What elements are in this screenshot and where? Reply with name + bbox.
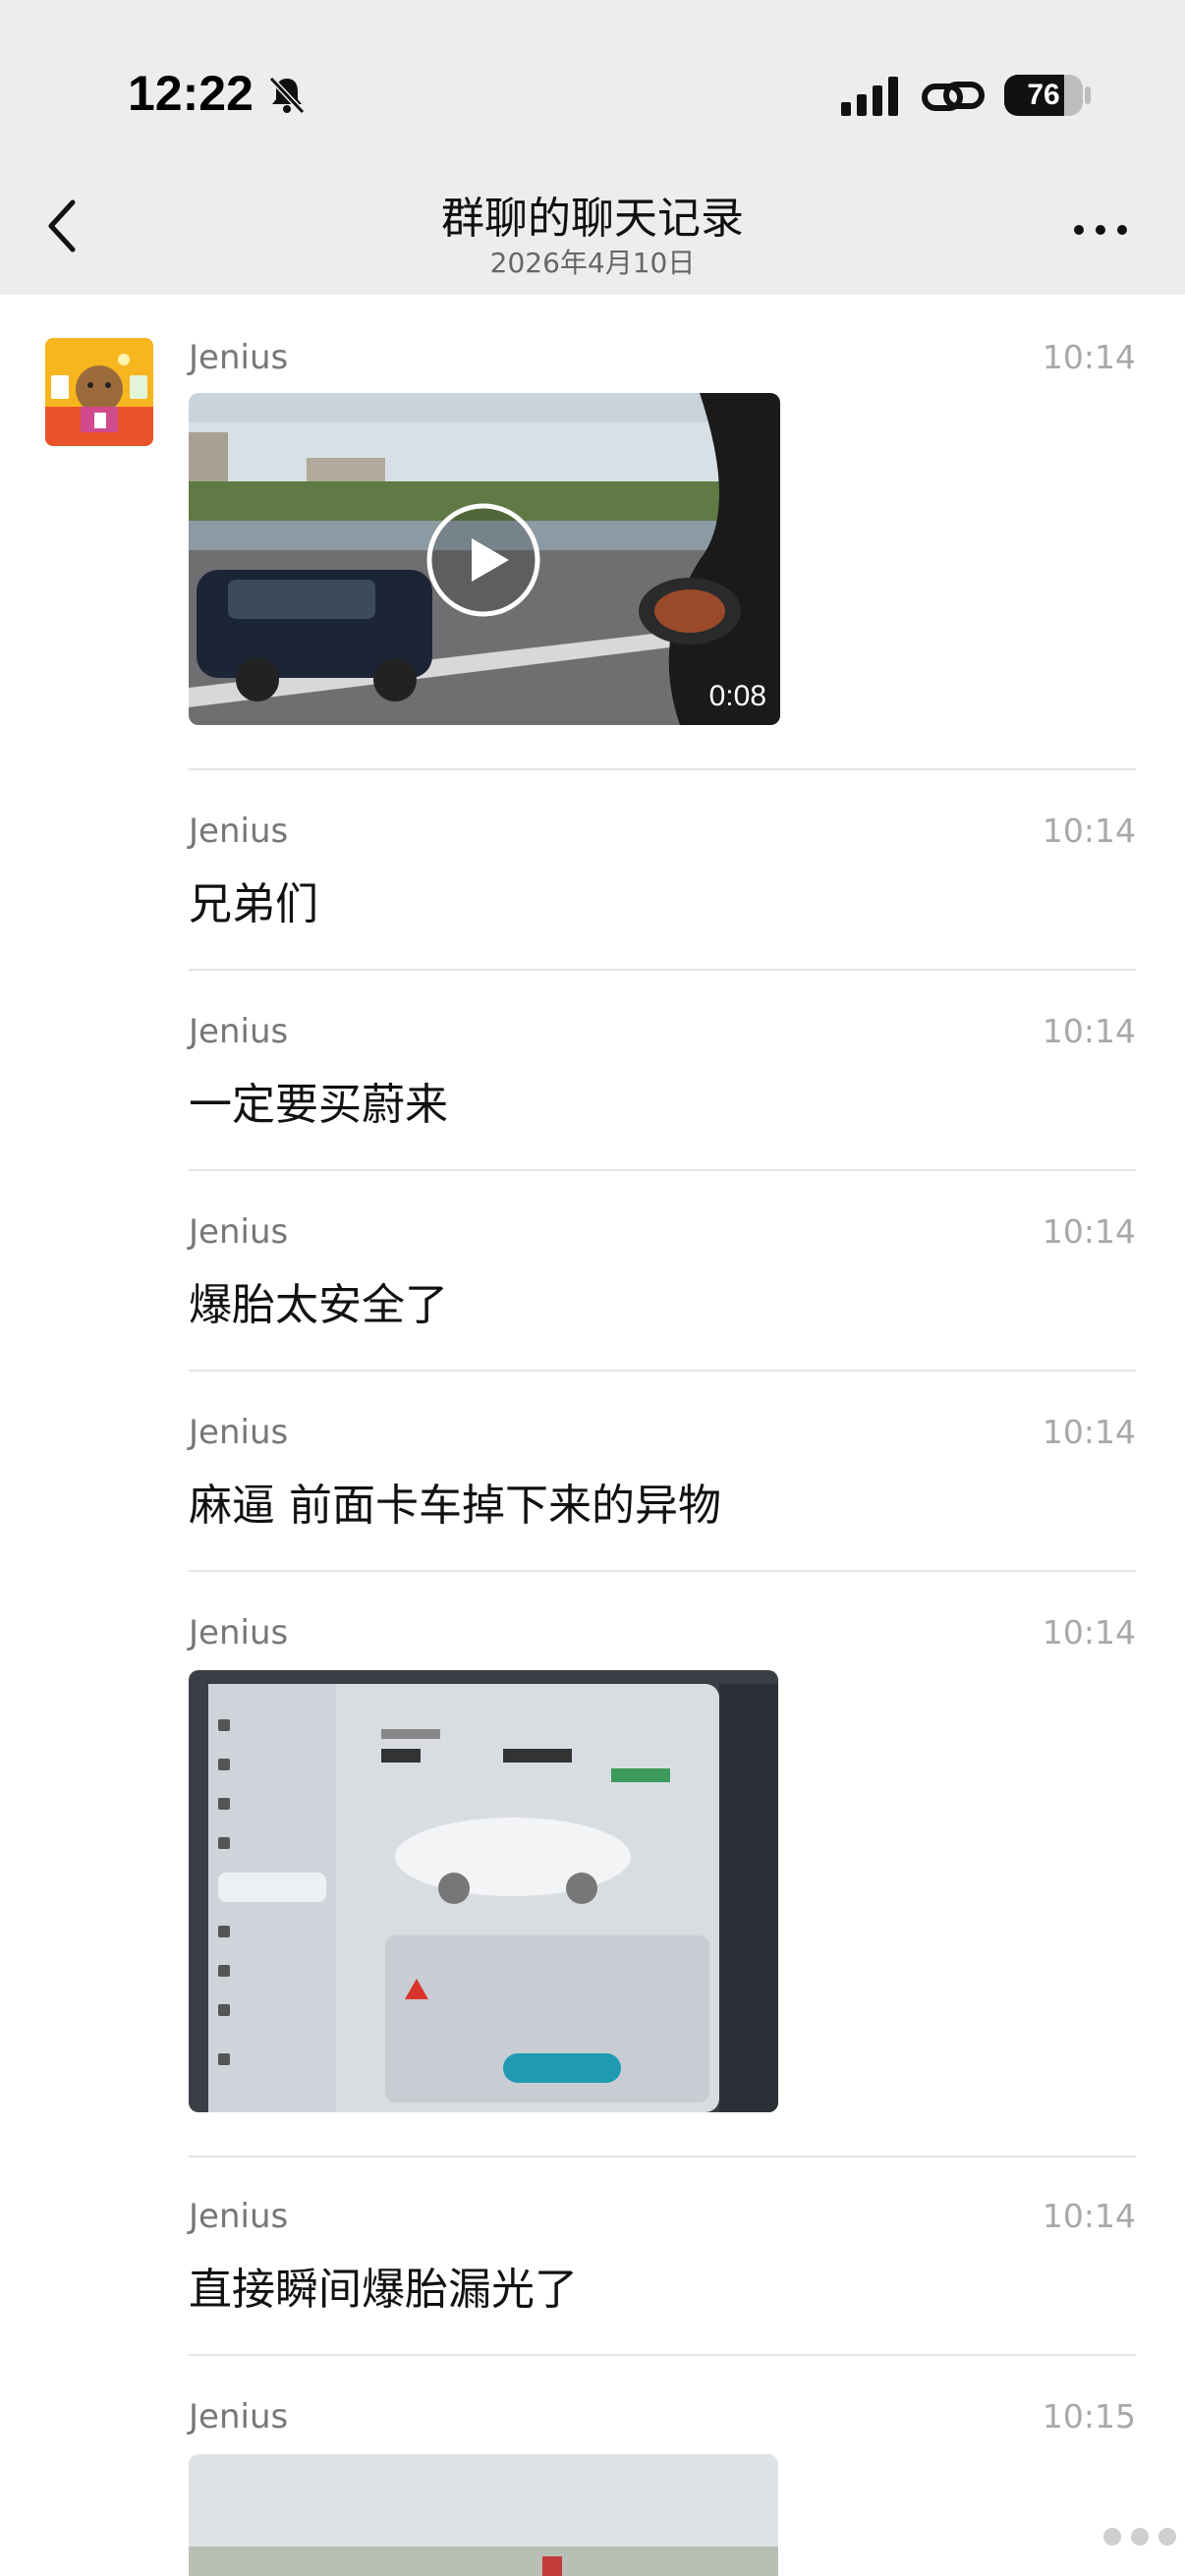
message-time: 10:14 bbox=[1042, 338, 1136, 376]
message-text: 麻逼 前面卡车掉下来的异物 bbox=[189, 1481, 721, 1531]
sender-avatar[interactable] bbox=[45, 338, 153, 446]
divider bbox=[189, 2156, 1136, 2157]
video-duration: 0:08 bbox=[708, 680, 766, 712]
message-time: 10:14 bbox=[1042, 2197, 1136, 2235]
sender-name: Jenius bbox=[189, 1212, 289, 1252]
more-options-icon[interactable] bbox=[1071, 222, 1130, 238]
image-thumbnail bbox=[189, 1670, 778, 2112]
battery-indicator: 76 bbox=[1004, 75, 1083, 116]
battery-percent: 76 bbox=[1027, 79, 1060, 111]
message-text: 一定要买蔚来 bbox=[189, 1080, 448, 1130]
divider bbox=[189, 1169, 1136, 1171]
sender-name: Jenius bbox=[189, 1613, 289, 1652]
sender-name: Jenius bbox=[189, 2397, 289, 2436]
page-title: 群聊的聊天记录 bbox=[441, 194, 744, 244]
signal-icon bbox=[841, 77, 898, 116]
sender-name: Jenius bbox=[189, 1012, 289, 1051]
top-bar: 12:22 76 群聊的聊天记录 2026年4月10日 bbox=[0, 0, 1185, 295]
status-time: 12:22 bbox=[128, 66, 254, 121]
divider bbox=[189, 1370, 1136, 1372]
divider bbox=[189, 1570, 1136, 1572]
divider bbox=[189, 2354, 1136, 2356]
message-time: 10:14 bbox=[1042, 1012, 1136, 1050]
sender-name: Jenius bbox=[189, 338, 289, 377]
divider bbox=[189, 768, 1136, 770]
message-text: 爆胎太安全了 bbox=[189, 1280, 448, 1330]
battery-tip bbox=[1085, 86, 1091, 104]
message-time: 10:14 bbox=[1042, 1413, 1136, 1451]
image-message[interactable] bbox=[189, 1670, 778, 2112]
bell-muted-icon bbox=[268, 76, 306, 115]
home-indicator-icon bbox=[1103, 2528, 1176, 2546]
message-time: 10:14 bbox=[1042, 1212, 1136, 1251]
play-icon[interactable] bbox=[424, 501, 542, 619]
link-icon bbox=[922, 82, 985, 111]
sender-name: Jenius bbox=[189, 2197, 289, 2236]
message-time: 10:14 bbox=[1042, 812, 1136, 850]
message-time: 10:15 bbox=[1042, 2397, 1136, 2436]
message-text: 兄弟们 bbox=[189, 879, 318, 929]
sender-name: Jenius bbox=[189, 812, 289, 851]
image-message[interactable] bbox=[189, 2454, 778, 2576]
divider bbox=[189, 969, 1136, 971]
message-text: 直接瞬间爆胎漏光了 bbox=[189, 2265, 578, 2315]
video-message[interactable]: 0:08 bbox=[189, 393, 780, 725]
sender-name: Jenius bbox=[189, 1413, 289, 1452]
image-thumbnail bbox=[189, 2454, 778, 2576]
page-subtitle: 2026年4月10日 bbox=[489, 247, 696, 279]
message-time: 10:14 bbox=[1042, 1613, 1136, 1652]
